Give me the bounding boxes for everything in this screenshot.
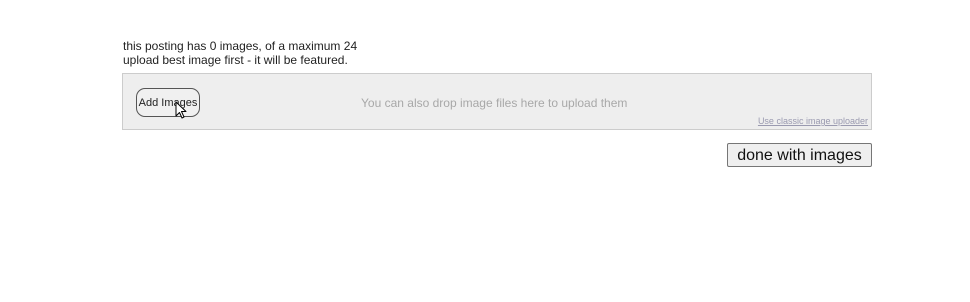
drop-hint-text: You can also drop image files here to up… [361, 96, 628, 110]
classic-uploader-link[interactable]: Use classic image uploader [758, 116, 868, 126]
done-with-images-button[interactable]: done with images [727, 143, 872, 167]
upload-hint-text: upload best image first - it will be fea… [123, 53, 348, 67]
image-drop-zone[interactable]: Add Images You can also drop image files… [122, 73, 872, 130]
image-count-text: this posting has 0 images, of a maximum … [123, 39, 358, 53]
add-images-button[interactable]: Add Images [136, 88, 200, 117]
